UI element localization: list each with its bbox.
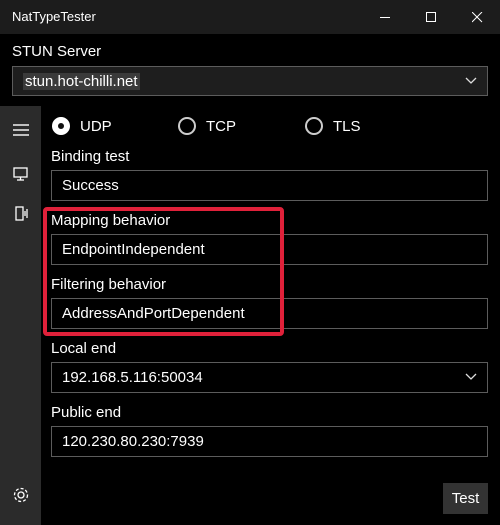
radio-tls-indicator [305,117,323,135]
binding-test-value: Success [62,177,119,194]
title-bar: NatTypeTester [0,0,500,34]
hamburger-menu-button[interactable] [11,120,31,140]
window-title: NatTypeTester [12,9,96,24]
nav-item-rfc5780[interactable] [11,204,31,224]
device-icon [15,206,28,221]
public-end-value: 120.230.80.230:7939 [62,433,204,450]
local-end-combobox[interactable]: 192.168.5.116:50034 [51,362,488,393]
public-end-field[interactable]: 120.230.80.230:7939 [51,426,488,457]
radio-udp-indicator [52,117,70,135]
binding-test-field[interactable]: Success [51,170,488,201]
radio-tls-label: TLS [333,118,361,135]
radio-tcp-label: TCP [206,118,236,135]
stun-server-combobox[interactable]: stun.hot-chilli.net [12,66,488,96]
chevron-down-icon [465,373,477,380]
local-end-value: 192.168.5.116:50034 [62,369,203,386]
maximize-icon [426,12,436,22]
nav-item-rfc3489[interactable] [11,164,31,184]
chevron-down-icon [465,77,477,84]
local-end-label: Local end [51,340,117,357]
minimize-icon [380,17,390,18]
radio-udp-label: UDP [80,118,112,135]
stun-server-label: STUN Server [12,43,102,60]
monitor-icon [13,167,28,181]
settings-button[interactable] [11,485,31,505]
gear-icon [13,487,29,503]
maximize-button[interactable] [408,0,454,34]
binding-test-label: Binding test [51,148,130,165]
public-end-label: Public end [51,404,122,421]
stun-server-value: stun.hot-chilli.net [23,73,140,90]
minimize-button[interactable] [362,0,408,34]
close-button[interactable] [454,0,500,34]
test-button[interactable]: Test [443,483,488,514]
radio-tcp-indicator [178,117,196,135]
close-icon [472,12,483,23]
navigation-sidebar [0,106,41,525]
hamburger-menu-icon [13,124,29,136]
highlight-annotation [43,207,284,336]
